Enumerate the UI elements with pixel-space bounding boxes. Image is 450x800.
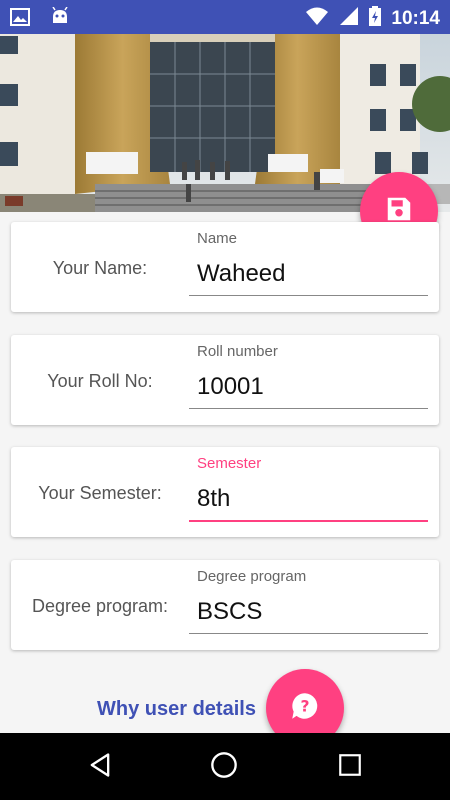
roll-underline [189, 408, 428, 409]
roll-input[interactable]: 10001 [197, 373, 264, 401]
degree-input[interactable]: BSCS [197, 598, 262, 626]
semester-label: Your Semester: [38, 483, 162, 503]
image-notification-icon [10, 7, 30, 32]
name-label: Your Name: [52, 258, 148, 278]
name-card: Your Name: Name Waheed [11, 222, 439, 312]
home-button[interactable] [208, 751, 240, 783]
degree-underline [189, 633, 428, 634]
degree-card: Degree program: Degree program BSCS [11, 560, 439, 650]
semester-hint: Semester [197, 455, 262, 472]
status-time: 10:14 [391, 7, 440, 29]
degree-hint: Degree program [197, 568, 307, 585]
battery-charging-icon [369, 6, 382, 31]
roll-label: Your Roll No: [47, 371, 153, 391]
semester-underline [189, 520, 428, 522]
status-right: 10:14 [305, 6, 440, 31]
navigation-bar [0, 733, 450, 800]
recents-icon [337, 752, 363, 783]
roll-hint: Roll number [197, 343, 278, 360]
back-icon [86, 751, 114, 784]
home-icon [210, 751, 238, 784]
degree-label: Degree program: [31, 596, 169, 616]
status-left [10, 6, 70, 32]
semester-card: Your Semester: Semester 8th [11, 447, 439, 537]
name-hint: Name [197, 230, 238, 247]
status-bar: 10:14 [0, 0, 450, 34]
semester-input[interactable]: 8th [197, 485, 230, 513]
recents-button[interactable] [334, 751, 366, 783]
roll-card: Your Roll No: Roll number 10001 [11, 335, 439, 425]
name-underline [189, 295, 428, 296]
why-user-details-link[interactable]: Why user details [97, 698, 256, 721]
svg-text:?: ? [300, 697, 309, 715]
android-notification-icon [50, 6, 70, 32]
help-chat-icon: ? [288, 689, 322, 728]
signal-icon [339, 6, 359, 31]
name-input[interactable]: Waheed [197, 260, 286, 288]
wifi-icon [305, 6, 329, 31]
back-button[interactable] [84, 751, 116, 783]
